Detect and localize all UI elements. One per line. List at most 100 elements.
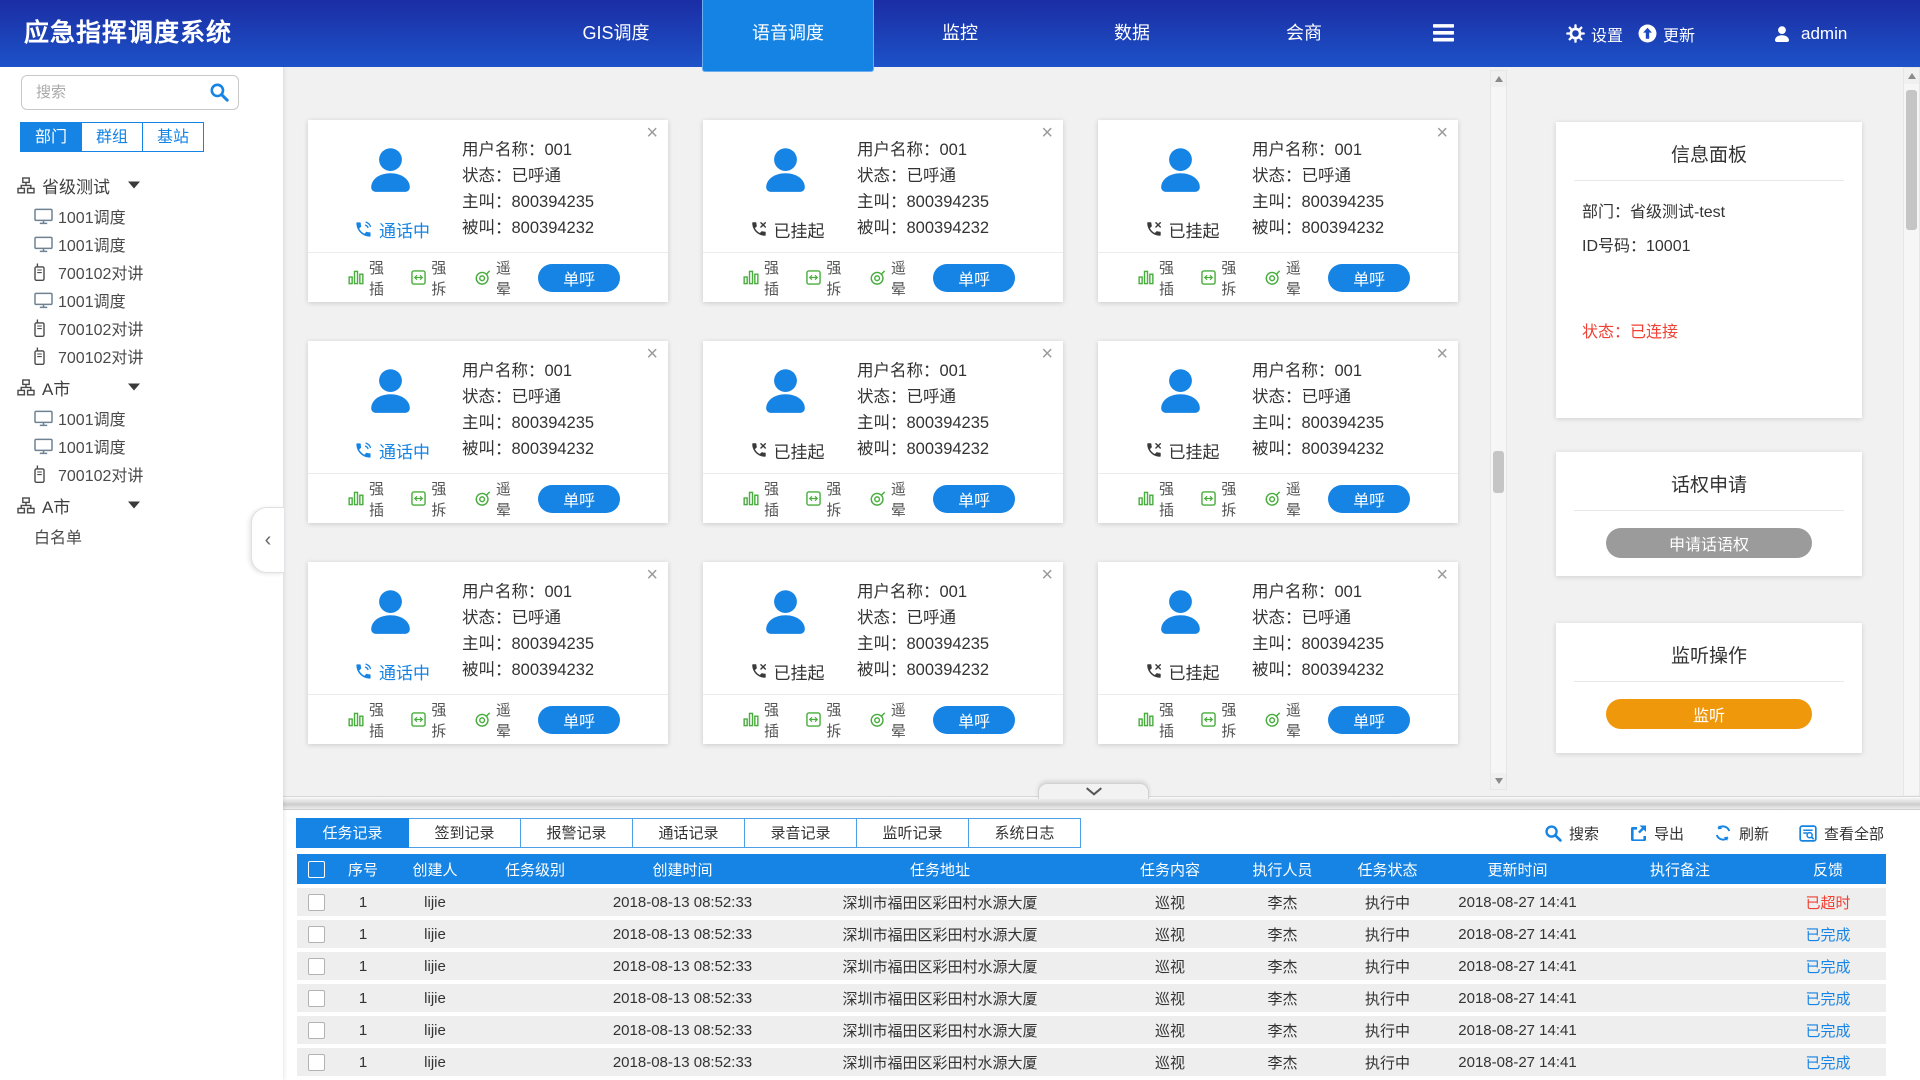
nav-tab[interactable]: 语音调度 [702,0,874,72]
remote-stun-action[interactable]: 遥晕 [1264,478,1314,520]
select-all-checkbox[interactable] [308,861,325,878]
close-icon[interactable]: × [646,343,658,365]
update-button[interactable]: 更新 [1638,0,1695,67]
splitter-handle[interactable] [1038,783,1149,799]
close-icon[interactable]: × [646,564,658,586]
table-row[interactable]: 1lijie2018-08-13 08:52:33深圳市福田区彩田村水源大厦巡视… [297,952,1886,980]
record-tab[interactable]: 系统日志 [968,818,1081,848]
tree-leaf-node[interactable]: 1001调度 [0,432,283,460]
tree-leaf-node[interactable]: 白名单 [0,522,283,550]
search-tool-button[interactable]: 搜索 [1544,823,1599,844]
sidebar-tab[interactable]: 基站 [142,122,204,152]
request-floor-button[interactable]: 申请话语权 [1606,528,1812,558]
single-call-button[interactable]: 单呼 [933,706,1015,734]
single-call-button[interactable]: 单呼 [538,706,620,734]
force-release-action[interactable]: 强拆 [806,699,854,741]
force-release-action[interactable]: 强拆 [1201,257,1249,299]
close-icon[interactable]: × [1041,343,1053,365]
force-insert-action[interactable]: 强插 [348,257,397,299]
record-tab[interactable]: 录音记录 [744,818,857,848]
row-checkbox[interactable] [308,958,325,975]
single-call-button[interactable]: 单呼 [538,264,620,292]
feedback-cell[interactable]: 已完成 [1770,956,1886,977]
listen-button[interactable]: 监听 [1606,699,1812,729]
single-call-button[interactable]: 单呼 [933,485,1015,513]
tree-leaf-node[interactable]: 1001调度 [0,404,283,432]
row-checkbox[interactable] [308,1022,325,1039]
force-insert-action[interactable]: 强插 [743,257,792,299]
record-tab[interactable]: 签到记录 [408,818,521,848]
force-release-action[interactable]: 强拆 [411,478,459,520]
nav-tab[interactable]: 监控 [874,0,1046,67]
caret-down-icon[interactable] [128,383,140,391]
search-input[interactable] [34,76,198,109]
scrollbar-thumb[interactable] [1493,451,1504,493]
close-icon[interactable]: × [646,122,658,144]
cards-scrollbar[interactable] [1490,70,1507,790]
row-checkbox[interactable] [308,926,325,943]
record-tab[interactable]: 通话记录 [632,818,745,848]
sidebar-collapse-handle[interactable]: ‹ [251,507,284,573]
force-insert-action[interactable]: 强插 [1138,699,1187,741]
tree-leaf-node[interactable]: 700102对讲 [0,342,283,370]
search-icon[interactable] [209,82,229,107]
remote-stun-action[interactable]: 遥晕 [474,257,524,299]
menu-icon[interactable] [1433,24,1454,47]
force-release-action[interactable]: 强拆 [1201,478,1249,520]
tree-leaf-node[interactable]: 1001调度 [0,230,283,258]
row-checkbox[interactable] [308,990,325,1007]
table-row[interactable]: 1lijie2018-08-13 08:52:33深圳市福田区彩田村水源大厦巡视… [297,1048,1886,1076]
single-call-button[interactable]: 单呼 [1328,264,1410,292]
feedback-cell[interactable]: 已超时 [1770,892,1886,913]
close-icon[interactable]: × [1041,122,1053,144]
force-release-action[interactable]: 强拆 [806,478,854,520]
tree-leaf-node[interactable]: 1001调度 [0,286,283,314]
scroll-down-icon[interactable] [1491,773,1506,789]
tree-group-node[interactable]: A市 [0,370,283,404]
force-release-action[interactable]: 强拆 [411,699,459,741]
single-call-button[interactable]: 单呼 [538,485,620,513]
user-menu[interactable]: admin [1772,0,1847,67]
remote-stun-action[interactable]: 遥晕 [869,699,919,741]
remote-stun-action[interactable]: 遥晕 [1264,699,1314,741]
close-icon[interactable]: × [1436,564,1448,586]
sidebar-tab[interactable]: 部门 [20,122,82,152]
caret-down-icon[interactable] [128,501,140,509]
close-icon[interactable]: × [1436,122,1448,144]
close-icon[interactable]: × [1041,564,1053,586]
tree-group-node[interactable]: 省级测试 [0,168,283,202]
remote-stun-action[interactable]: 遥晕 [1264,257,1314,299]
force-insert-action[interactable]: 强插 [743,699,792,741]
force-insert-action[interactable]: 强插 [743,478,792,520]
force-insert-action[interactable]: 强插 [348,699,397,741]
feedback-cell[interactable]: 已完成 [1770,988,1886,1009]
sidebar-tab[interactable]: 群组 [81,122,143,152]
scroll-up-icon[interactable] [1904,68,1919,84]
force-release-action[interactable]: 强拆 [411,257,459,299]
nav-tab[interactable]: GIS调度 [530,0,702,67]
remote-stun-action[interactable]: 遥晕 [474,478,524,520]
tree-leaf-node[interactable]: 700102对讲 [0,258,283,286]
force-insert-action[interactable]: 强插 [1138,478,1187,520]
record-tab[interactable]: 报警记录 [520,818,633,848]
table-row[interactable]: 1lijie2018-08-13 08:52:33深圳市福田区彩田村水源大厦巡视… [297,920,1886,948]
scrollbar-thumb[interactable] [1906,90,1917,230]
page-scrollbar[interactable] [1903,67,1920,812]
tree-leaf-node[interactable]: 1001调度 [0,202,283,230]
single-call-button[interactable]: 单呼 [1328,706,1410,734]
row-checkbox[interactable] [308,1054,325,1071]
tree-leaf-node[interactable]: 700102对讲 [0,460,283,488]
feedback-cell[interactable]: 已完成 [1770,1052,1886,1073]
settings-button[interactable]: 设置 [1566,0,1623,67]
nav-tab[interactable]: 会商 [1218,0,1390,67]
feedback-cell[interactable]: 已完成 [1770,924,1886,945]
remote-stun-action[interactable]: 遥晕 [869,478,919,520]
record-tab[interactable]: 监听记录 [856,818,969,848]
force-insert-action[interactable]: 强插 [1138,257,1187,299]
nav-tab[interactable]: 数据 [1046,0,1218,67]
tree-group-node[interactable]: A市 [0,488,283,522]
scroll-up-icon[interactable] [1491,71,1506,87]
export-tool-button[interactable]: 导出 [1629,823,1684,844]
force-insert-action[interactable]: 强插 [348,478,397,520]
feedback-cell[interactable]: 已完成 [1770,1020,1886,1041]
